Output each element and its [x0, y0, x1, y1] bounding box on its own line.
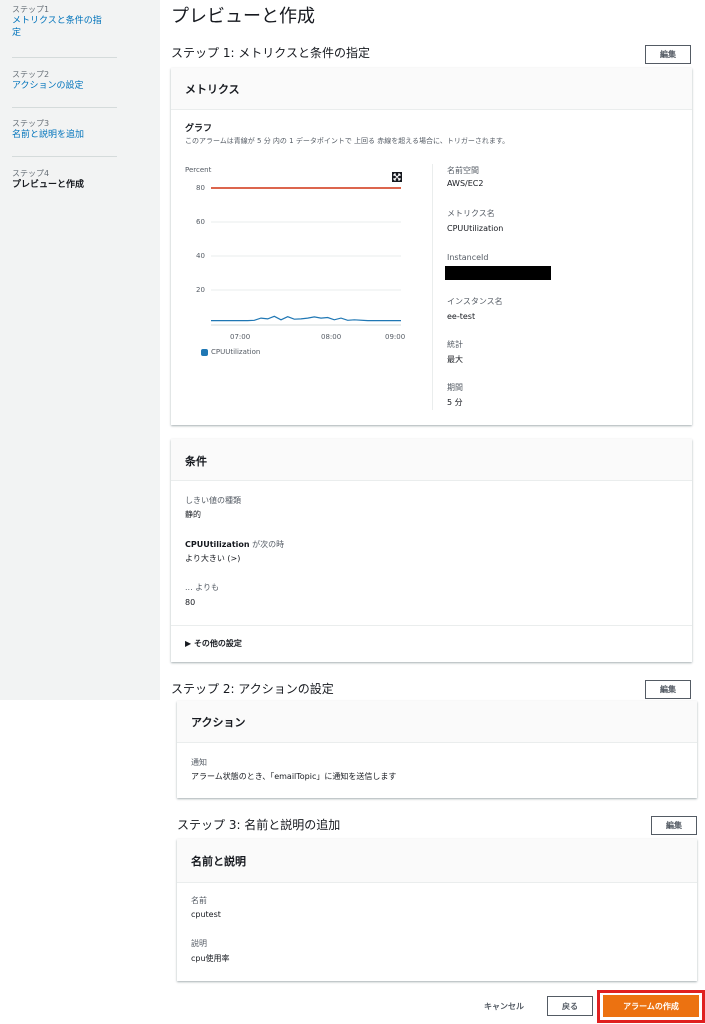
when-suffix: が次の時	[252, 540, 285, 549]
step1-edit-button[interactable]: 編集	[645, 45, 691, 64]
sidebar-item-metrics-conditions-line2[interactable]: 定	[12, 27, 117, 39]
statistic-label: 統計	[447, 340, 463, 349]
wizard-sidebar: ステップ1 メトリクスと条件の指 定 ステップ2 アクションの設定 ステップ3 …	[0, 0, 160, 700]
than-value: 80	[185, 598, 196, 607]
conditions-card-header: 条件	[171, 439, 692, 481]
step-number: ステップ2	[12, 70, 50, 79]
than-label: ... よりも	[185, 583, 220, 592]
metrics-chart	[211, 187, 401, 326]
step2-title: ステップ 2: アクションの設定	[171, 682, 334, 696]
metric-name-value: CPUUtilization	[447, 224, 504, 233]
step-number: ステップ3	[12, 119, 50, 128]
statistic-value: 最大	[447, 355, 463, 364]
sidebar-item-preview-create: プレビューと作成	[12, 180, 85, 190]
alarm-name-label: 名前	[191, 896, 207, 905]
name-description-card-header: 名前と説明	[177, 839, 697, 883]
namespace-value: AWS/EC2	[447, 179, 484, 188]
notification-label: 通知	[191, 758, 207, 767]
metric-name-label: メトリクス名	[447, 209, 495, 218]
alarm-description-value: cpu使用率	[191, 954, 230, 963]
series-line-cpuutilization	[211, 315, 401, 322]
sidebar-divider	[12, 107, 117, 108]
back-button[interactable]: 戻る	[547, 996, 593, 1016]
sidebar-item-name-description[interactable]: 名前と説明を追加	[12, 129, 117, 141]
sidebar-item-actions[interactable]: アクションの設定	[12, 80, 117, 92]
period-value: 5 分	[447, 398, 463, 407]
sidebar-item-metrics-conditions-line1[interactable]: メトリクスと条件の指	[12, 15, 117, 27]
create-alarm-button[interactable]: アラームの作成	[603, 995, 699, 1017]
name-description-card: 名前と説明 名前 cputest 説明 cpu使用率	[177, 839, 697, 981]
actions-card: アクション 通知 アラーム状態のとき、「emailTopic」に通知を送信します	[177, 701, 697, 798]
when-metric: CPUUtilization	[185, 540, 250, 549]
namespace-label: 名前空間	[447, 166, 479, 175]
instance-name-label: インスタンス名	[447, 297, 503, 306]
name-description-header: 名前と説明	[191, 855, 246, 868]
sidebar-step-1[interactable]: ステップ1 メトリクスと条件の指 定	[12, 4, 117, 39]
step-number: ステップ4	[12, 169, 50, 178]
conditions-card: 条件 しきい値の種類 静的 CPUUtilization が次の時 より大きい …	[171, 439, 692, 662]
instance-id-label: InstanceId	[447, 253, 489, 262]
instance-id-redacted	[445, 266, 551, 280]
sidebar-divider	[12, 156, 117, 157]
when-condition-label: CPUUtilization が次の時	[185, 539, 284, 550]
period-label: 期間	[447, 383, 463, 392]
alarm-name-value: cputest	[191, 910, 221, 919]
threshold-type-label: しきい値の種類	[185, 496, 241, 505]
expand-icon[interactable]	[392, 167, 402, 182]
notification-value: アラーム状態のとき、「emailTopic」に通知を送信します	[191, 772, 397, 781]
step3-title: ステップ 3: 名前と説明の追加	[177, 818, 341, 832]
legend-swatch	[201, 349, 208, 356]
cancel-button[interactable]: キャンセル	[472, 996, 536, 1016]
sidebar-step-4: ステップ4 プレビューと作成	[12, 168, 117, 191]
step3-edit-button[interactable]: 編集	[651, 816, 697, 835]
when-condition-value: より大きい (>)	[185, 554, 241, 563]
step-number: ステップ1	[12, 5, 50, 14]
step1-title: ステップ 1: メトリクスと条件の指定	[171, 46, 370, 60]
metrics-card: メトリクス グラフ このアラームは青線が 5 分 内の 1 データポイントで 上…	[171, 68, 692, 425]
sidebar-step-2[interactable]: ステップ2 アクションの設定	[12, 69, 117, 92]
column-divider	[432, 164, 433, 410]
page-title: プレビューと作成	[171, 6, 315, 27]
step2-edit-button[interactable]: 編集	[645, 680, 691, 699]
alarm-description-label: 説明	[191, 939, 207, 948]
divider	[171, 625, 692, 626]
conditions-header: 条件	[185, 455, 207, 468]
legend-label[interactable]: CPUUtilization	[211, 348, 260, 356]
threshold-type-value: 静的	[185, 510, 201, 519]
instance-name-value: ee-test	[447, 312, 476, 321]
sidebar-step-3[interactable]: ステップ3 名前と説明を追加	[12, 118, 117, 141]
actions-header: アクション	[191, 716, 246, 729]
sidebar-divider	[12, 57, 117, 58]
actions-card-header: アクション	[177, 701, 697, 743]
other-settings-toggle[interactable]: ▶ その他の設定	[185, 638, 242, 649]
